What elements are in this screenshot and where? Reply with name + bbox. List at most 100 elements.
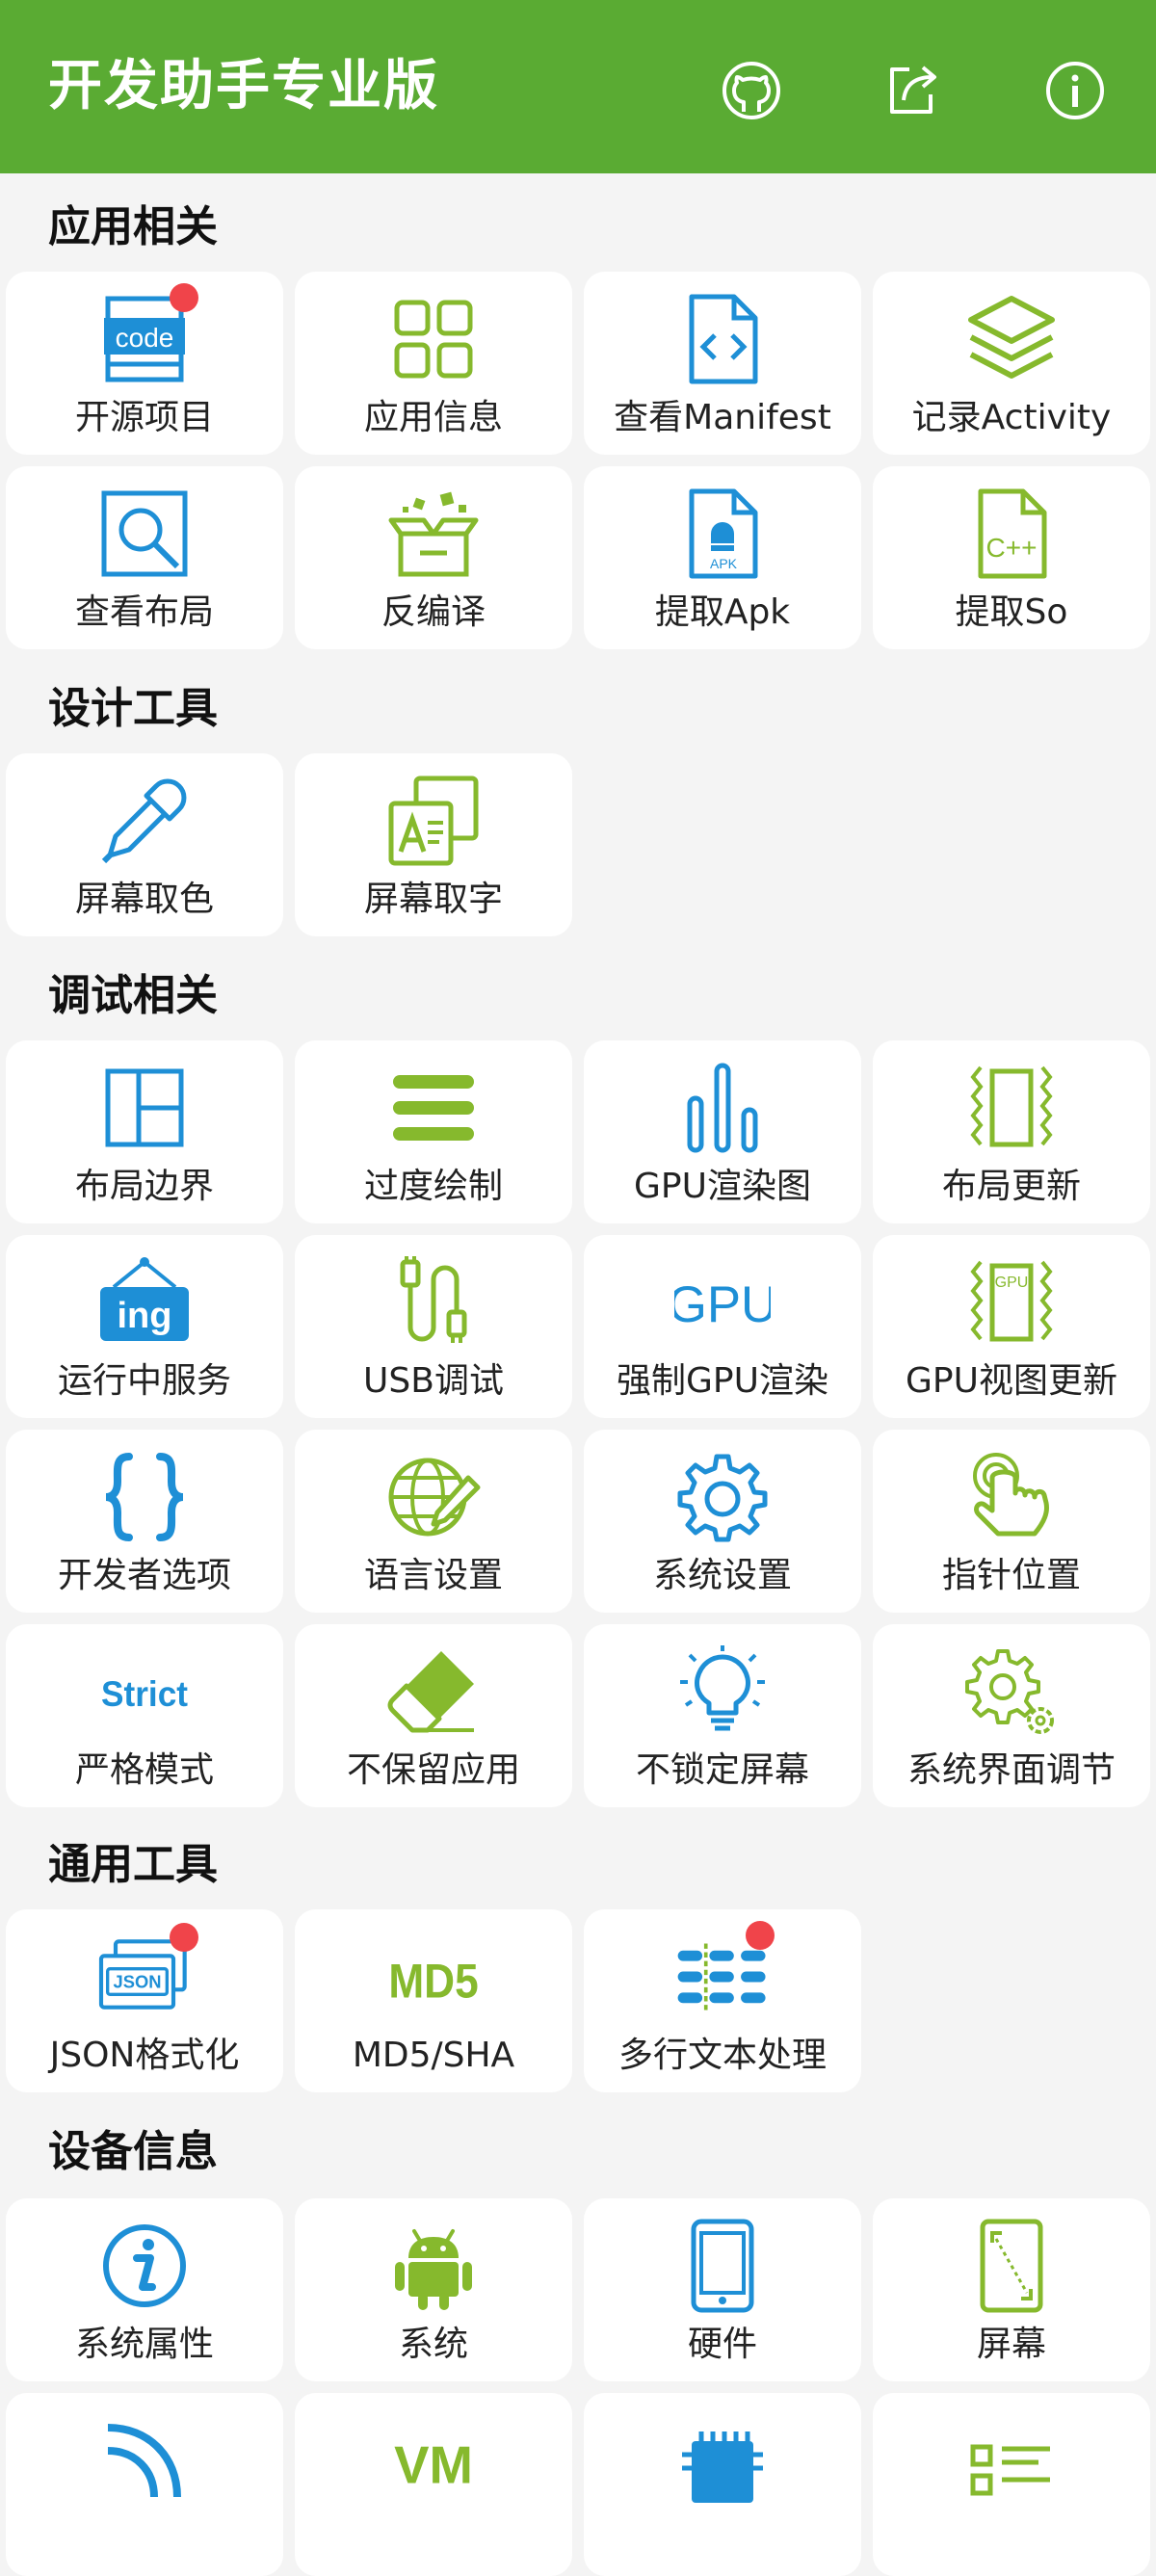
- svg-text:JSON: JSON: [114, 1972, 162, 1992]
- bar-chart-icon: [687, 1063, 758, 1153]
- eraser-icon: [387, 1651, 474, 1733]
- svg-text:MD5: MD5: [388, 1955, 478, 2009]
- text-capture-icon: [388, 775, 479, 866]
- tile-label: 记录Activity: [911, 398, 1112, 437]
- android-icon: [395, 2229, 472, 2310]
- app-bar: 开发助手专业版: [0, 0, 1156, 173]
- tile-label: 查看Manifest: [614, 398, 831, 437]
- apk-file-icon: APK: [689, 488, 758, 579]
- tile-stay-awake[interactable]: 不锁定屏幕: [584, 1624, 861, 1807]
- tile-running-services[interactable]: ing 运行中服务: [6, 1235, 283, 1418]
- info-circle-icon: [103, 2224, 186, 2307]
- tile-label: 屏幕取色: [74, 880, 214, 919]
- tile-system-settings[interactable]: 系统设置: [584, 1430, 861, 1613]
- vm-text-icon: VM: [394, 2436, 473, 2495]
- tile-label: 强制GPU渲染: [617, 1361, 828, 1401]
- app-title: 开发助手专业版: [48, 55, 439, 118]
- globe-pen-icon: [388, 1458, 481, 1537]
- tile-language-settings[interactable]: 语言设置: [295, 1430, 572, 1613]
- tile-app-info[interactable]: 应用信息: [295, 272, 572, 455]
- tile-overdraw[interactable]: 过度绘制: [295, 1040, 572, 1223]
- tile-force-gpu-rendering[interactable]: GPU 强制GPU渲染: [584, 1235, 861, 1418]
- new-badge: [746, 1921, 775, 1950]
- tile-system-ui-tuner[interactable]: 系统界面调节: [873, 1624, 1150, 1807]
- tile-label: 过度绘制: [363, 1167, 503, 1206]
- tile-label: 不保留应用: [346, 1750, 520, 1790]
- tile-features[interactable]: [873, 2393, 1150, 2576]
- tile-record-activity[interactable]: 记录Activity: [873, 272, 1150, 455]
- tile-view-manifest[interactable]: 查看Manifest: [584, 272, 861, 455]
- tile-view-layout[interactable]: 查看布局: [6, 466, 283, 649]
- tile-label: 应用信息: [363, 398, 503, 437]
- tile-screen-color-picker[interactable]: 屏幕取色: [6, 753, 283, 936]
- tile-label: 系统设置: [652, 1556, 792, 1595]
- tile-label: JSON格式化: [49, 2036, 240, 2075]
- new-badge: [170, 283, 198, 312]
- touch-hand-icon: [973, 1453, 1049, 1537]
- tile-layout-bounds[interactable]: 布局边界: [6, 1040, 283, 1223]
- tile-label: 系统: [398, 2325, 468, 2364]
- tile-gpu-view-updates[interactable]: GPU GPU视图更新: [873, 1235, 1150, 1418]
- tile-screen-text-picker[interactable]: 屏幕取字: [295, 753, 572, 936]
- tile-dont-keep-activities[interactable]: 不保留应用: [295, 1624, 572, 1807]
- tile-open-source[interactable]: code 开源项目: [6, 272, 283, 455]
- section-title-design-tools: 设计工具: [48, 684, 218, 733]
- search-layout-icon: [101, 490, 188, 577]
- tile-extract-so[interactable]: C++ 提取So: [873, 466, 1150, 649]
- tile-strict-mode[interactable]: Strict 严格模式: [6, 1624, 283, 1807]
- about-button[interactable]: [1044, 60, 1106, 121]
- tile-label: 查看布局: [74, 592, 214, 632]
- tile-system[interactable]: 系统: [295, 2198, 572, 2381]
- new-badge: [170, 1923, 198, 1952]
- tile-label: 多行文本处理: [617, 2036, 827, 2075]
- flashing-layout-icon: [970, 1065, 1053, 1147]
- cpp-file-icon: C++: [978, 488, 1047, 579]
- ing-sign-icon: ing: [100, 1257, 189, 1341]
- list-icon: [970, 2444, 1050, 2496]
- tile-gpu-render-chart[interactable]: GPU渲染图: [584, 1040, 861, 1223]
- tile-json-format[interactable]: JSON JSON格式化: [6, 1909, 283, 2092]
- svg-text:VM: VM: [394, 2436, 473, 2495]
- eyedropper-icon: [101, 778, 187, 864]
- gear-icon: [677, 1454, 768, 1542]
- open-box-icon: [388, 491, 479, 577]
- tile-multiline-text[interactable]: 多行文本处理: [584, 1909, 861, 2092]
- tile-label: 屏幕: [976, 2325, 1046, 2364]
- tile-label: 严格模式: [74, 1750, 214, 1790]
- tile-label: 提取So: [955, 592, 1068, 632]
- section-title-device-info: 设备信息: [48, 2127, 218, 2176]
- info-icon: [1046, 62, 1104, 119]
- tile-pointer-location[interactable]: 指针位置: [873, 1430, 1150, 1613]
- svg-text:C++: C++: [986, 533, 1038, 563]
- phone-icon: [691, 2219, 754, 2313]
- cpu-chip-icon: [682, 2431, 763, 2503]
- tile-label: GPU渲染图: [634, 1167, 811, 1206]
- tile-extract-apk[interactable]: APK 提取Apk: [584, 466, 861, 649]
- github-button[interactable]: [721, 60, 782, 121]
- lightbulb-icon: [680, 1645, 765, 1731]
- tile-label: 硬件: [687, 2325, 757, 2364]
- tile-hardware[interactable]: 硬件: [584, 2198, 861, 2381]
- tile-md5-sha[interactable]: MD5 MD5/SHA: [295, 1909, 572, 2092]
- braces-icon: [105, 1453, 184, 1541]
- share-button[interactable]: [882, 60, 944, 121]
- github-icon: [722, 62, 780, 119]
- tile-label: 指针位置: [941, 1556, 1081, 1595]
- svg-text:Strict: Strict: [101, 1674, 188, 1714]
- tile-system-properties[interactable]: 系统属性: [6, 2198, 283, 2381]
- tile-decompile[interactable]: 反编译: [295, 466, 572, 649]
- tile-developer-options[interactable]: 开发者选项: [6, 1430, 283, 1613]
- gpu-text-icon: GPU: [674, 1276, 771, 1333]
- code-file-icon: [689, 294, 758, 384]
- tile-cpu[interactable]: [584, 2393, 861, 2576]
- tile-virtual-machine[interactable]: VM: [295, 2393, 572, 2576]
- tile-screen[interactable]: 屏幕: [873, 2198, 1150, 2381]
- tile-usb-debugging[interactable]: USB调试: [295, 1235, 572, 1418]
- tile-label: 开源项目: [74, 398, 214, 437]
- tile-label: 布局更新: [941, 1167, 1081, 1206]
- section-title-general-tools: 通用工具: [48, 1840, 218, 1889]
- strict-text-icon: Strict: [101, 1674, 188, 1714]
- menu-icon: [393, 1075, 474, 1141]
- tile-layout-updates[interactable]: 布局更新: [873, 1040, 1150, 1223]
- tile-network[interactable]: [6, 2393, 283, 2576]
